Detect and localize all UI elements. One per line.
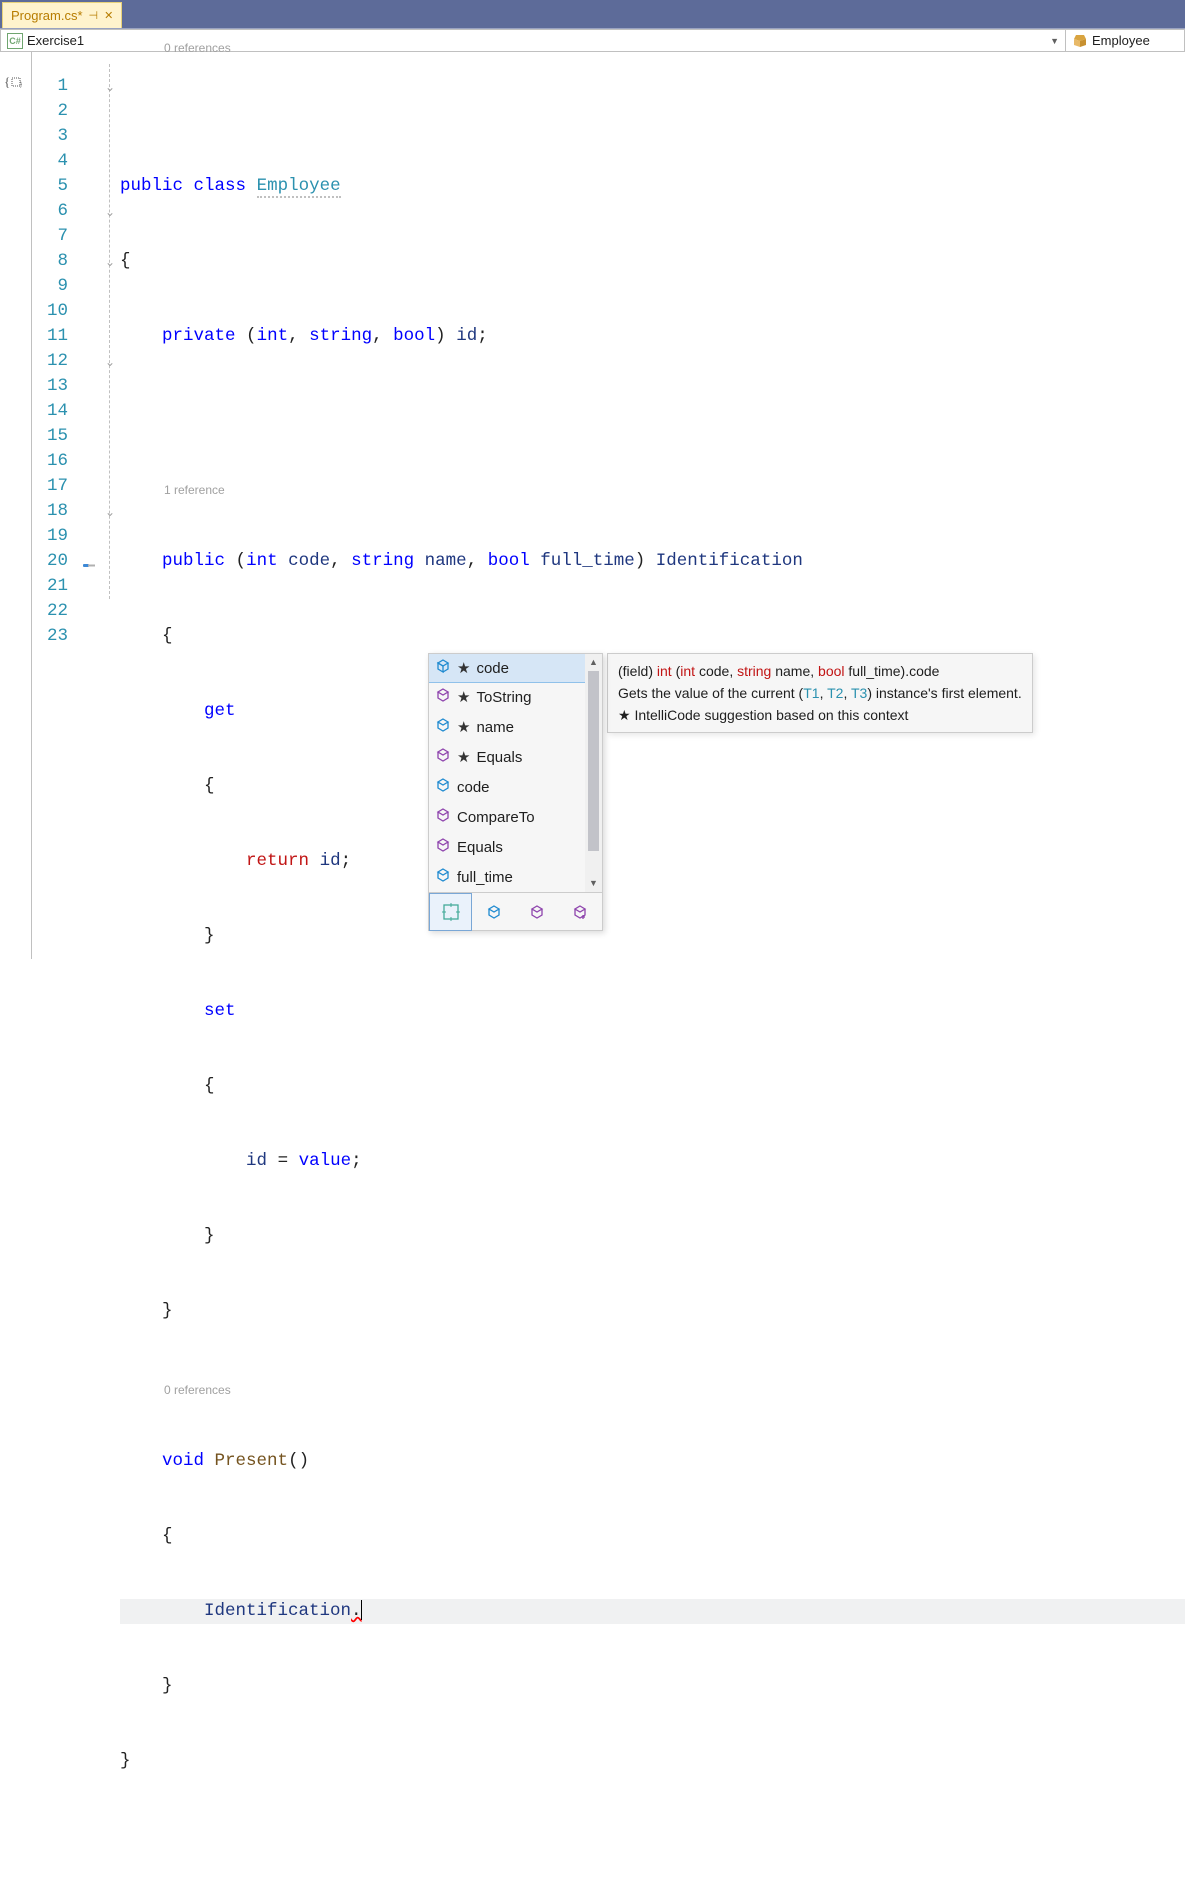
text-cursor [361, 1600, 362, 1620]
line-number: 19 [32, 524, 68, 549]
intellisense-filter-bar [429, 892, 602, 930]
filter-extension-button[interactable] [558, 893, 601, 931]
intellisense-label: ToString [476, 689, 531, 706]
field-icon [435, 867, 451, 887]
intellisense-item[interactable]: ★ code [429, 654, 602, 683]
method-icon [435, 687, 451, 707]
line-number: 8 [32, 249, 68, 274]
intellisense-item[interactable]: ★ name [429, 712, 602, 742]
line-number: 14 [32, 399, 68, 424]
tab-bar: Program.cs* ⊣ ✕ [0, 0, 1185, 28]
line-number: 3 [32, 124, 68, 149]
line-number: 2 [32, 99, 68, 124]
line-number: 15 [32, 424, 68, 449]
scroll-up-icon[interactable]: ▲ [585, 654, 602, 671]
intellisense-label: code [476, 660, 509, 677]
line-number: 17 [32, 474, 68, 499]
line-number: 6 [32, 199, 68, 224]
method-icon [435, 747, 451, 767]
scroll-down-icon[interactable]: ▼ [585, 875, 602, 892]
fold-toggle[interactable]: ⌄ [100, 249, 120, 274]
pin-icon[interactable]: ⊣ [89, 9, 99, 22]
intellisense-item[interactable]: ★ Equals [429, 742, 602, 772]
line-number: 20 [32, 549, 68, 574]
line-number: 9 [32, 274, 68, 299]
outline-icon[interactable]: {} [0, 74, 31, 93]
fold-toggle[interactable]: ⌄ [100, 349, 120, 374]
line-number: 13 [32, 374, 68, 399]
star-icon: ★ [457, 659, 470, 677]
intellisense-scrollbar[interactable]: ▲ ▼ [585, 654, 602, 892]
star-icon: ★ [457, 748, 470, 766]
nav-scope-dropdown[interactable]: C# Exercise1 ▼ [0, 29, 1065, 52]
tooltip-intellicode-note: ★ IntelliCode suggestion based on this c… [618, 704, 1022, 726]
line-number: 7 [32, 224, 68, 249]
fold-toggle[interactable]: ⌄ [100, 499, 120, 524]
screwdriver-icon[interactable] [78, 549, 100, 574]
intellisense-item[interactable]: ★ ToString [429, 682, 602, 712]
field-icon [435, 658, 451, 678]
codelens-references[interactable]: 0 references [164, 1378, 231, 1403]
method-icon [435, 807, 451, 827]
star-icon: ★ [457, 688, 470, 706]
intellisense-label: Equals [457, 839, 503, 856]
scroll-thumb[interactable] [588, 671, 599, 851]
code-text-area[interactable]: 0 references public class Employee { pri… [120, 52, 1185, 959]
nav-member-text: Employee [1092, 33, 1178, 48]
intellisense-label: name [476, 719, 514, 736]
line-number: 11 [32, 324, 68, 349]
intellisense-item[interactable]: full_time [429, 862, 602, 892]
svg-text:}: } [20, 82, 22, 88]
intellisense-item[interactable]: Equals [429, 832, 602, 862]
svg-text:{: { [4, 74, 10, 89]
star-icon: ★ [457, 718, 470, 736]
fold-toggle[interactable]: ⌄ [100, 199, 120, 224]
codelens-references[interactable]: 0 references [164, 36, 231, 61]
outline-gutter: {} [0, 52, 32, 959]
intellisense-item[interactable]: CompareTo [429, 802, 602, 832]
line-number: 10 [32, 299, 68, 324]
filter-method-button[interactable] [515, 893, 558, 931]
intellisense-label: Equals [476, 749, 522, 766]
tooltip-description: Gets the value of the current (T1, T2, T… [618, 682, 1022, 704]
line-number: 16 [32, 449, 68, 474]
csharp-icon: C# [7, 33, 23, 49]
line-number: 12 [32, 349, 68, 374]
codelens-references[interactable]: 1 reference [164, 478, 225, 503]
line-number: 18 [32, 499, 68, 524]
intellisense-label: code [457, 779, 490, 796]
close-icon[interactable]: ✕ [104, 9, 113, 22]
intellisense-tooltip: (field) int (int code, string name, bool… [607, 653, 1033, 733]
intellisense-item[interactable]: code [429, 772, 602, 802]
field-icon [435, 777, 451, 797]
fold-toggle[interactable]: ⌄ [100, 74, 120, 99]
line-number: 5 [32, 174, 68, 199]
field-icon [435, 717, 451, 737]
intellisense-list: ★ code ★ ToString ★ name ★ Equals code C… [429, 654, 602, 892]
intellisense-label: full_time [457, 869, 513, 886]
tooltip-signature: (field) int (int code, string name, bool… [618, 660, 1022, 682]
line-number: 21 [32, 574, 68, 599]
filter-target-button[interactable] [429, 893, 472, 931]
line-number: 1 [32, 74, 68, 99]
line-number: 23 [32, 624, 68, 649]
filter-field-button[interactable] [472, 893, 515, 931]
line-number: 4 [32, 149, 68, 174]
chevron-down-icon: ▼ [1050, 36, 1059, 46]
marker-gutter [78, 52, 100, 959]
intellisense-label: CompareTo [457, 809, 535, 826]
nav-member-dropdown[interactable]: Employee [1065, 29, 1185, 52]
tab-title: Program.cs* [11, 8, 83, 23]
file-tab[interactable]: Program.cs* ⊣ ✕ [2, 2, 122, 28]
fold-gutter: ⌄ ⌄ ⌄ ⌄ ⌄ [100, 52, 120, 959]
intellisense-popup[interactable]: ★ code ★ ToString ★ name ★ Equals code C… [428, 653, 603, 931]
method-icon [435, 837, 451, 857]
class-icon [1072, 33, 1088, 49]
line-number-gutter: 1 2 3 4 5 6 7 8 9 10 11 12 13 14 15 16 1… [32, 52, 78, 959]
line-number: 22 [32, 599, 68, 624]
